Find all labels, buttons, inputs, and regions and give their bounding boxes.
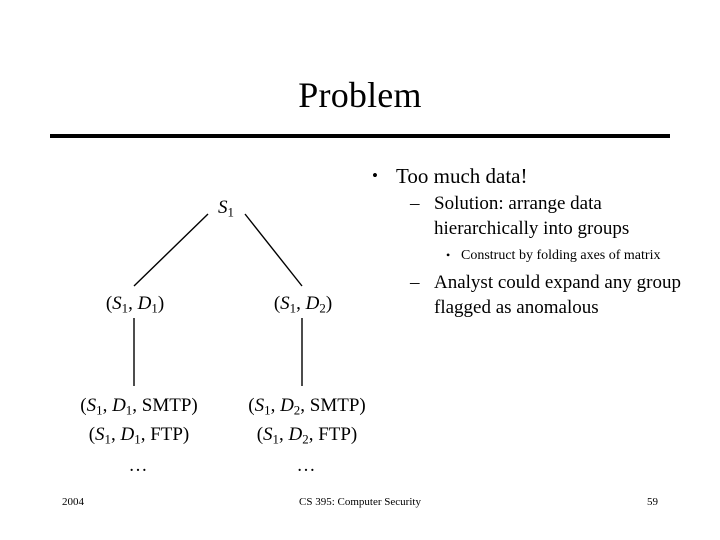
slide: Problem S1 (S1, D1) (S1, D2) (S1, D1, SM… <box>0 0 720 540</box>
var-d: D <box>137 293 152 314</box>
protocol-tail: , SMTP) <box>132 395 198 416</box>
var-s: S <box>263 423 273 445</box>
protocol-tail: , FTP) <box>308 423 358 445</box>
separator: , <box>111 423 121 445</box>
tree-node-root-sub: 1 <box>227 204 234 220</box>
tree-node-root-var: S <box>218 197 228 218</box>
tree-ellipsis-d1: … <box>128 455 150 476</box>
var-d: D <box>280 395 294 416</box>
tree-leaf-s1-d2-ftp: (S1, D2, FTP) <box>248 423 365 452</box>
tree-leaf-group-d1: (S1, D1, SMTP) (S1, D1, FTP) <box>80 394 197 451</box>
hierarchy-tree-diagram: S1 (S1, D1) (S1, D2) (S1, D1, SMTP) (S1,… <box>0 0 400 540</box>
var-s: S <box>280 293 290 314</box>
var-d: D <box>112 395 126 416</box>
bullet-item-solution: – Solution: arrange data hierarchically … <box>366 191 686 241</box>
tree-node-s1-d1: (S1, D1) <box>106 292 164 320</box>
protocol-tail: , SMTP) <box>300 395 366 416</box>
separator: , <box>279 423 289 445</box>
footer-page-number: 59 <box>647 496 658 508</box>
tree-ellipsis-d2: … <box>296 455 318 476</box>
var-s: S <box>254 395 265 416</box>
var-s: S <box>95 423 105 445</box>
tree-leaf-s1-d1-smtp: (S1, D1, SMTP) <box>80 394 197 423</box>
separator: , <box>296 293 306 314</box>
bullet-marker-icon: • <box>446 248 451 262</box>
bullet-text: Solution: arrange data hierarchically in… <box>434 193 630 239</box>
separator: , <box>128 293 138 314</box>
bullet-item-construct-by-folding: • Construct by folding axes of matrix <box>366 246 686 265</box>
separator: , <box>102 395 113 416</box>
tree-connector-lines <box>133 213 303 386</box>
dash-marker-icon: – <box>410 193 420 214</box>
bullet-outline: • Too much data! – Solution: arrange dat… <box>366 163 686 320</box>
tree-leaf-group-d2: (S1, D2, SMTP) (S1, D2, FTP) <box>248 394 365 451</box>
bullet-marker-icon: • <box>372 166 378 185</box>
dash-marker-icon: – <box>410 272 420 293</box>
bullet-item-analyst-could-expand: – Analyst could expand any group flagged… <box>366 270 686 320</box>
var-s: S <box>112 293 122 314</box>
separator: , <box>270 395 281 416</box>
var-d: D <box>288 423 303 445</box>
tree-node-s1-d2: (S1, D2) <box>274 292 332 320</box>
paren-close: ) <box>325 293 333 314</box>
paren-close: ) <box>157 293 165 314</box>
footer-course-title: CS 395: Computer Security <box>299 496 421 508</box>
bullet-text: Analyst could expand any group flagged a… <box>434 272 681 318</box>
bullet-text: Too much data! <box>396 164 528 188</box>
var-s: S <box>86 395 97 416</box>
tree-leaf-s1-d1-ftp: (S1, D1, FTP) <box>80 423 197 452</box>
bullet-item-too-much-data: • Too much data! <box>366 163 686 189</box>
protocol-tail: , FTP) <box>140 423 190 445</box>
slide-footer: 2004 CS 395: Computer Security 59 <box>0 494 720 514</box>
tree-node-root: S1 <box>218 196 234 224</box>
var-d: D <box>120 423 135 445</box>
var-d: D <box>305 293 320 314</box>
tree-leaf-s1-d2-smtp: (S1, D2, SMTP) <box>248 394 365 423</box>
bullet-text: Construct by folding axes of matrix <box>461 248 661 263</box>
